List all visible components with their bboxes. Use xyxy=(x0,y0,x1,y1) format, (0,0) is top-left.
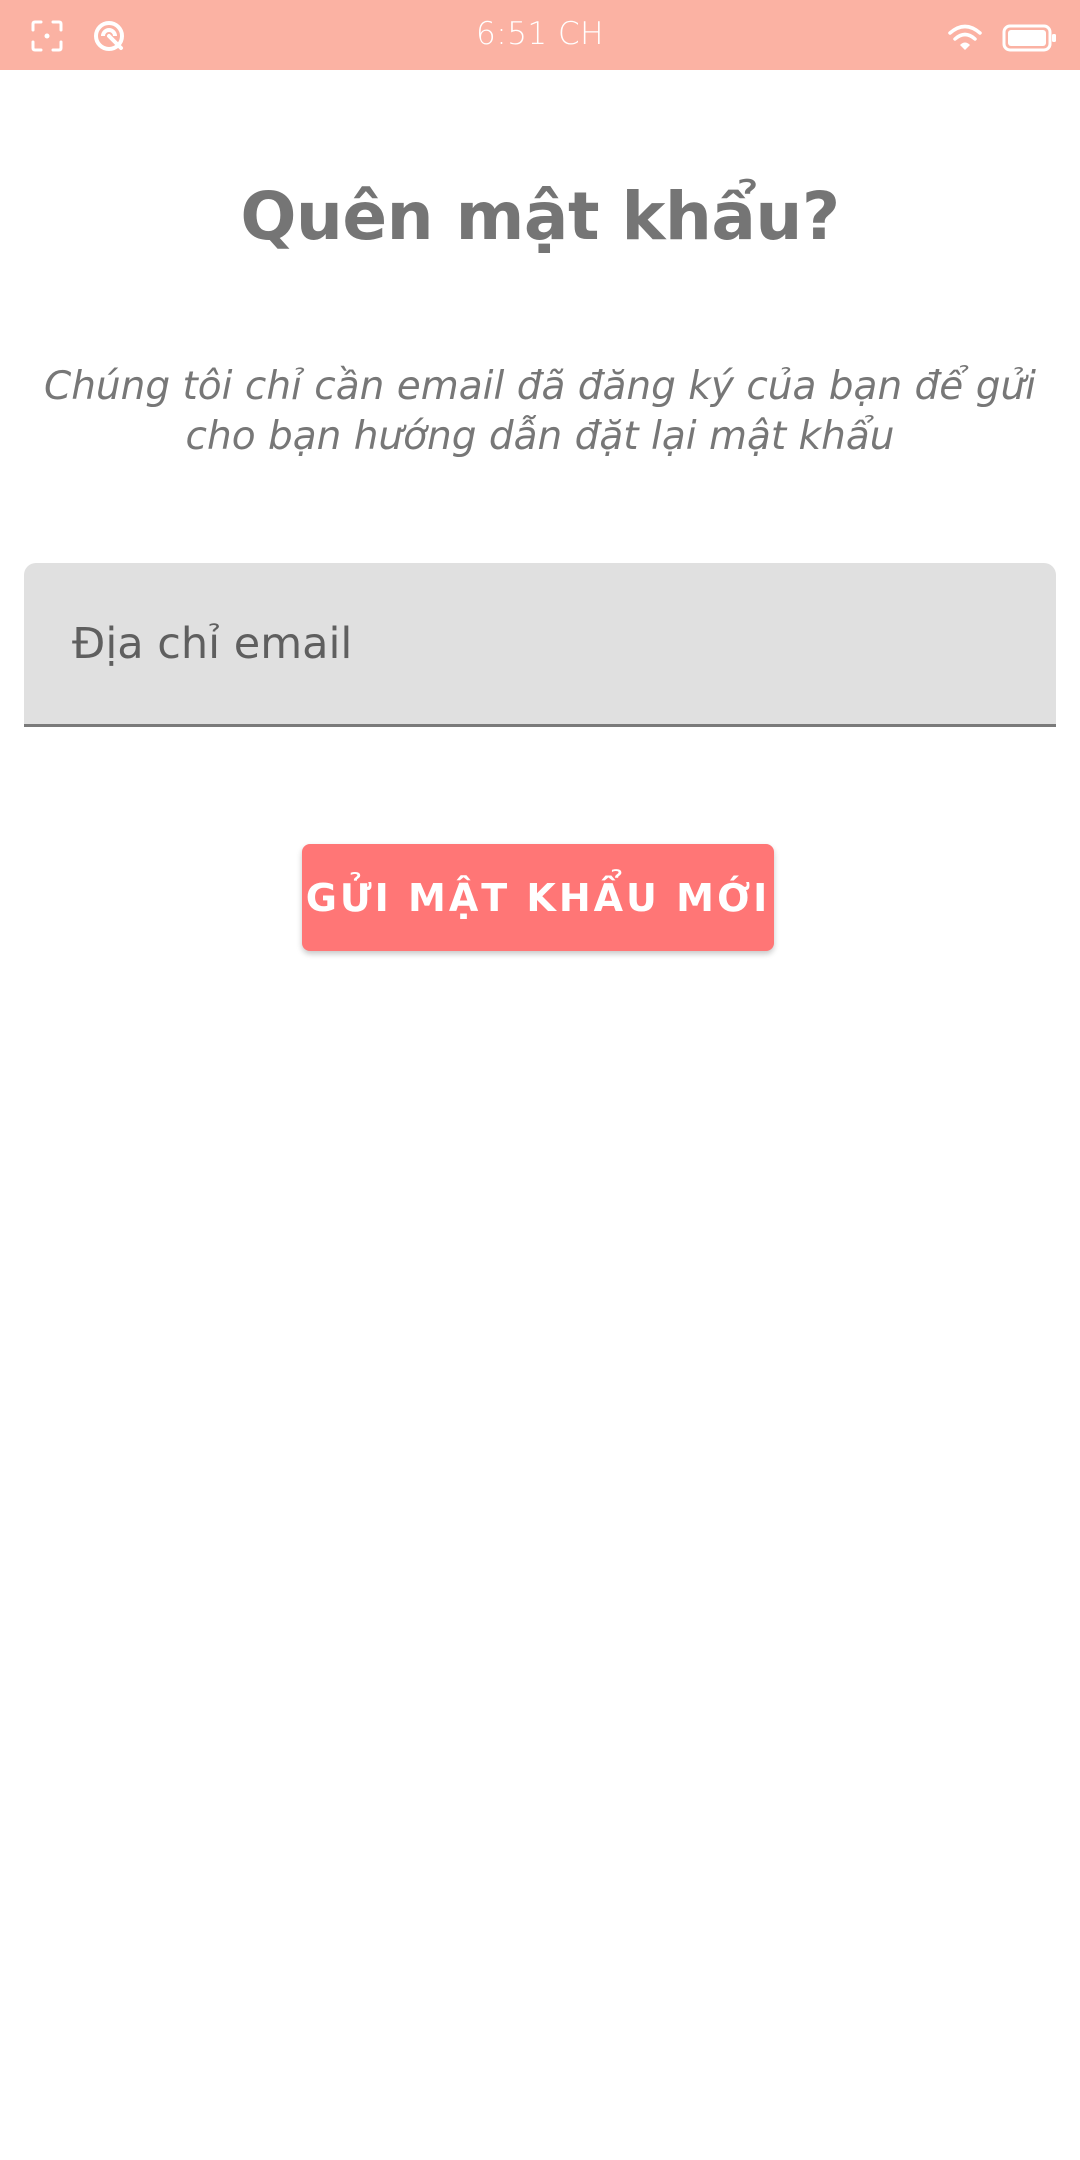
battery-icon xyxy=(1002,23,1058,53)
status-right-icons xyxy=(948,20,1058,56)
page-title: Quên mật khẩu? xyxy=(240,178,840,255)
status-bar: 6:51 CH xyxy=(0,0,1080,70)
page-subtitle: Chúng tôi chỉ cần email đã đăng ký của b… xyxy=(43,364,1037,459)
send-new-password-button[interactable]: GỬI MẬT KHẨU MỚI xyxy=(302,844,774,951)
status-time: 6:51 CH xyxy=(476,16,604,52)
email-field[interactable] xyxy=(24,563,1056,727)
wifi-icon xyxy=(948,23,982,53)
email-input[interactable] xyxy=(24,563,1056,724)
